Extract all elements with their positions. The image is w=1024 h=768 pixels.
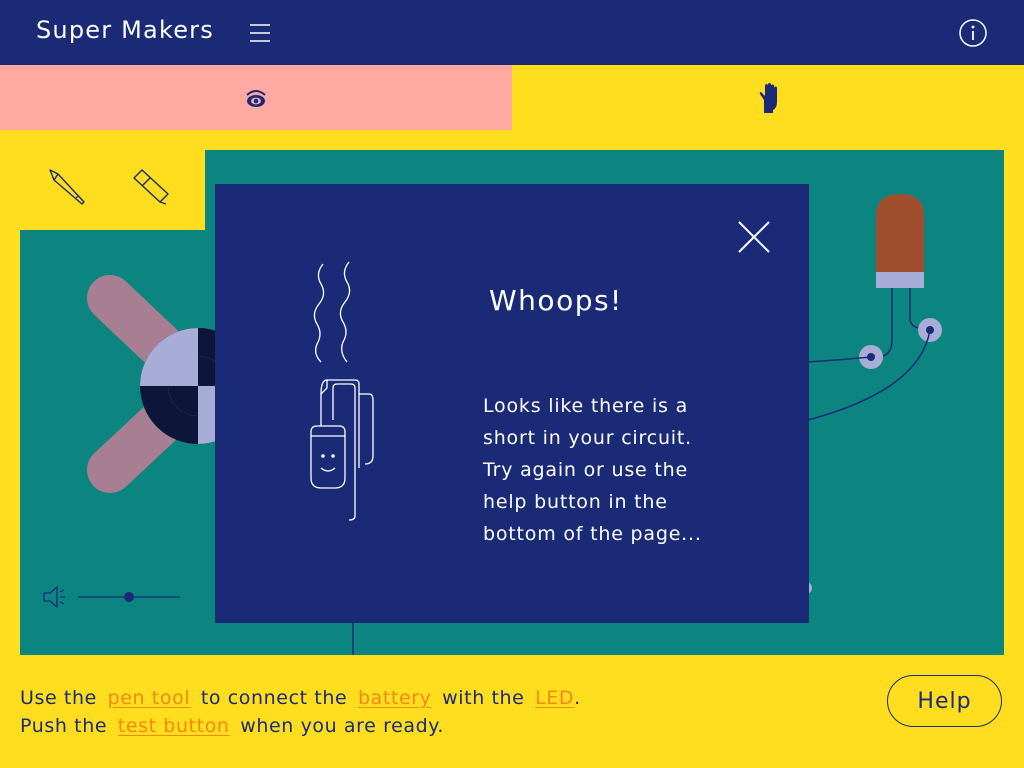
instruction-line-2: Push the test button when you are ready. [20,712,581,740]
hand-icon [759,82,777,113]
instruction-line-1: Use the pen tool to connect the battery … [20,684,581,712]
modal-message-line: Looks like there is a [483,395,689,417]
pencil-icon [49,169,85,205]
battery-link[interactable]: battery [358,687,432,709]
app-title: Super Makers [36,16,214,44]
tab-touch[interactable] [512,65,1024,130]
modal-title: Whoops! [489,284,623,317]
modal-message: Looks like there is a short in your circ… [483,390,723,550]
volume-slider-knob[interactable] [124,592,134,602]
close-icon [738,221,770,253]
pen-tool-link[interactable]: pen tool [108,687,191,709]
volume-slider[interactable] [78,582,184,612]
instruction-text: to connect the [200,687,348,709]
eraser-tool-button[interactable] [128,164,172,208]
modal-message-line: bottom of the page... [483,523,702,545]
modal-message-line: help button in the [483,491,668,513]
smoking-battery-icon [310,261,374,521]
instruction-text: . [574,687,581,709]
led-link[interactable]: LED [535,687,574,709]
eye-icon [246,89,266,107]
test-button-link[interactable]: test button [118,715,230,737]
modal-message-line: Try again or use the [483,459,688,481]
led-component[interactable] [859,194,942,369]
instruction-text: Push the [20,715,108,737]
info-button[interactable] [958,18,988,48]
instruction-text: when you are ready. [240,715,445,737]
modal-close-button[interactable] [735,218,773,256]
eraser-icon [133,169,169,205]
pen-tool-button[interactable] [44,164,88,208]
menu-button[interactable] [248,22,272,44]
instruction-text: Use the [20,687,97,709]
info-icon [959,19,987,47]
app-header: Super Makers [0,0,1024,65]
instructions: Use the pen tool to connect the battery … [20,684,581,740]
instruction-text: with the [442,687,525,709]
hamburger-menu-icon [250,24,270,42]
help-button[interactable]: Help [887,675,1002,727]
volume-control[interactable] [42,582,184,612]
tab-look[interactable] [0,65,512,130]
speaker-icon[interactable] [42,582,68,612]
error-modal: Whoops! Looks like there is a short in y… [215,184,809,623]
modal-message-line: short in your circuit. [483,427,692,449]
